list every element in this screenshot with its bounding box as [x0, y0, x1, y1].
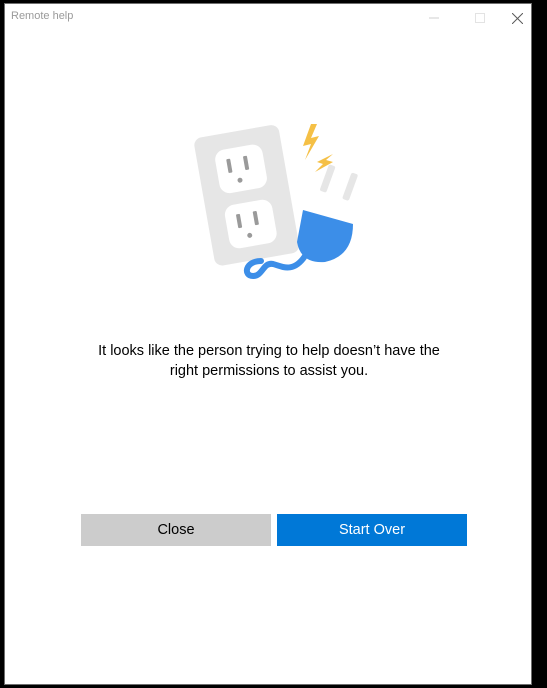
minimize-button[interactable] — [411, 4, 457, 32]
error-message: It looks like the person trying to help … — [65, 341, 473, 381]
close-icon — [511, 12, 523, 24]
close-window-button[interactable] — [501, 4, 533, 32]
unplugged-outlet-icon — [194, 124, 358, 280]
remote-help-window: Remote help It looks like the person try… — [4, 3, 532, 685]
error-message-line-2: right permissions to assist you. — [169, 363, 369, 379]
maximize-button[interactable] — [457, 4, 503, 32]
close-button[interactable]: Close — [81, 514, 271, 546]
maximize-icon — [475, 13, 485, 23]
title-bar[interactable]: Remote help — [5, 4, 531, 32]
app-title: Remote help — [11, 10, 74, 22]
minimize-icon — [429, 17, 439, 19]
start-over-button[interactable]: Start Over — [277, 514, 467, 546]
error-message-line-1: It looks like the person trying to help … — [98, 343, 440, 359]
